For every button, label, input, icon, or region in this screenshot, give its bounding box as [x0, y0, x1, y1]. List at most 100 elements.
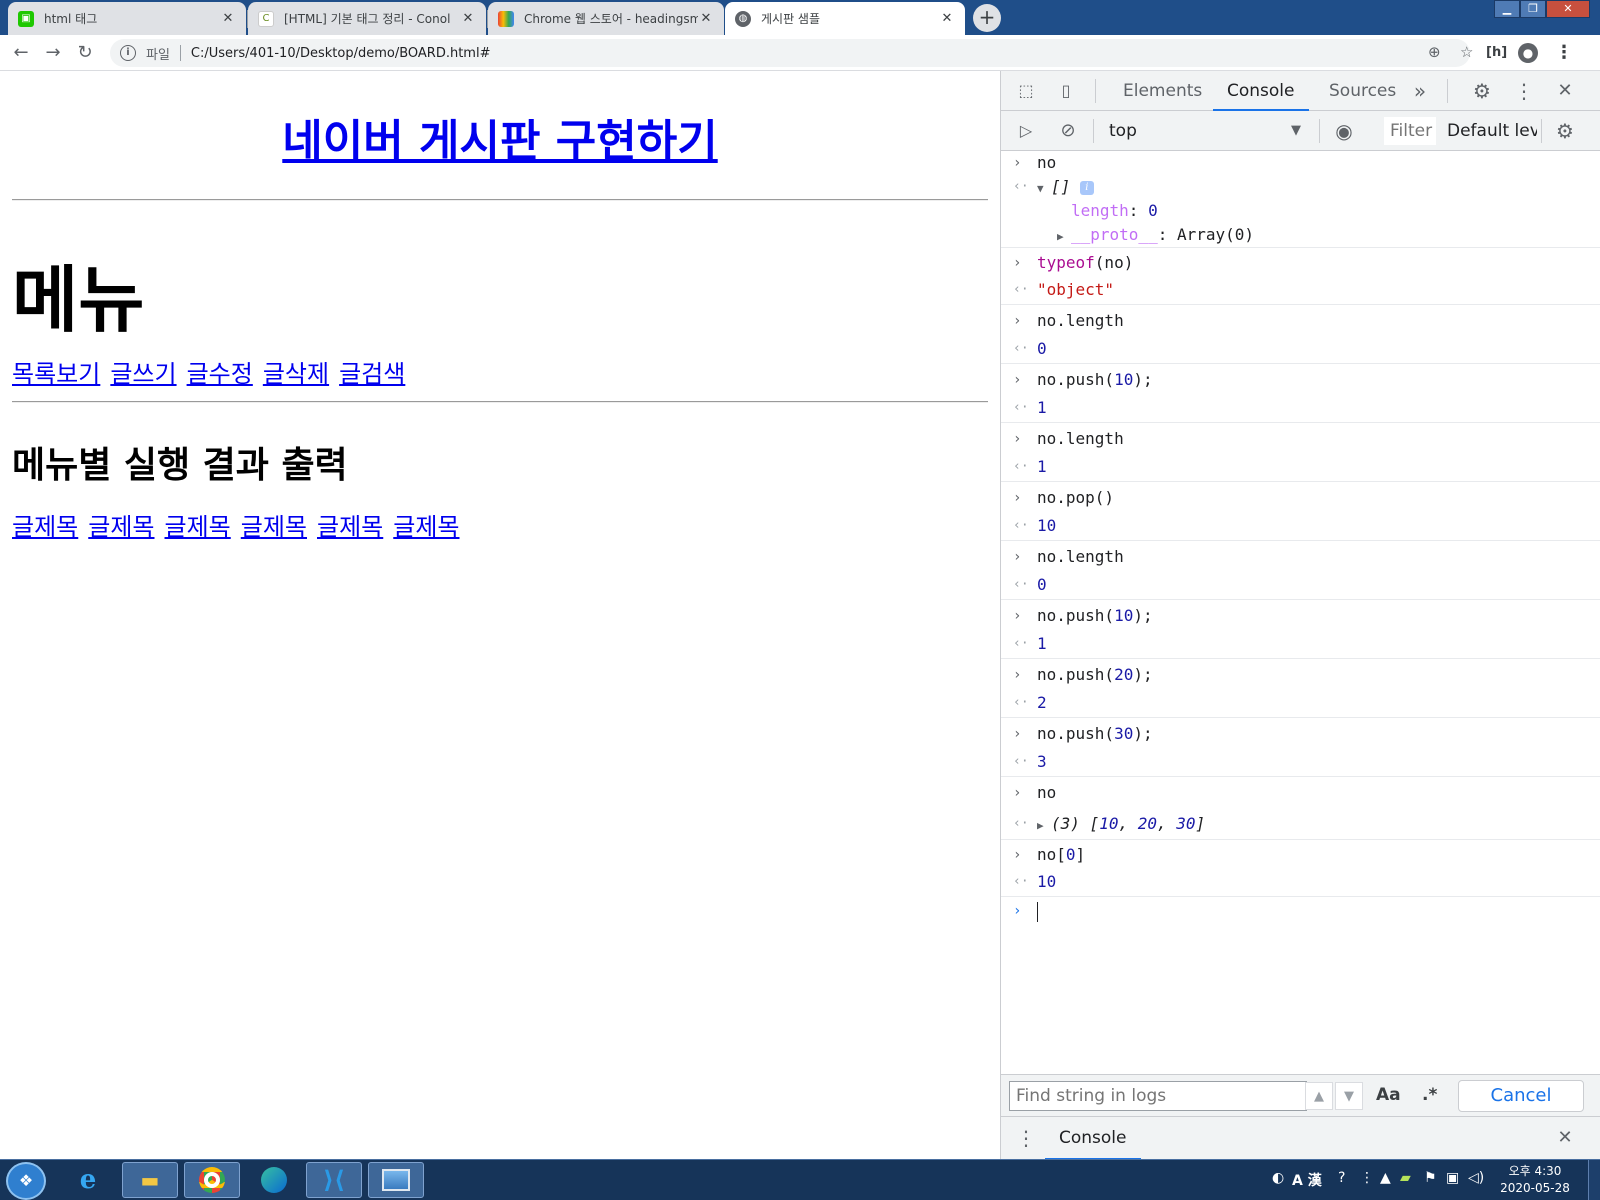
tab-close-icon[interactable]: ✕ [460, 11, 476, 26]
tab-close-icon[interactable]: ✕ [939, 11, 955, 26]
maximize-button[interactable]: ❐ [1520, 0, 1546, 18]
toolbar-separator [1095, 79, 1096, 103]
browser-menu-icon[interactable]: ⋮ [1554, 43, 1574, 63]
console-output: 10 [1037, 516, 1057, 535]
post-title-link[interactable]: 글제목 [241, 513, 307, 541]
minimize-button[interactable]: ▁ [1494, 0, 1520, 18]
expand-triangle-icon[interactable]: ▶ [1037, 811, 1051, 841]
network-icon[interactable]: ▣ [1446, 1170, 1459, 1186]
console-entry: › no.push(10); ‹· 1 [1001, 600, 1600, 659]
extension-icon[interactable]: [h] [1486, 43, 1507, 63]
search-previous-icon[interactable]: ▲ [1305, 1082, 1333, 1110]
menu-link-list[interactable]: 목록보기 [12, 360, 100, 388]
find-in-logs-input[interactable] [1009, 1081, 1307, 1111]
clear-console-icon[interactable]: ⊘ [1057, 120, 1079, 142]
tab-sources[interactable]: Sources [1315, 71, 1410, 111]
menu-link-write[interactable]: 글쓰기 [110, 360, 176, 388]
screen: ▣ html 태그 ✕ C [HTML] 기본 태그 정리 - Conol ✕ … [0, 0, 1600, 1200]
tab-board-sample[interactable]: ◍ 게시판 샘플 ✕ [725, 2, 965, 35]
console-input: ] [1075, 845, 1086, 864]
ime-help-icon[interactable]: ? [1338, 1170, 1345, 1186]
tab-elements[interactable]: Elements [1109, 71, 1216, 111]
file-explorer-icon[interactable]: ▬ [122, 1162, 178, 1198]
menu-link-delete[interactable]: 글삭제 [263, 360, 329, 388]
cancel-search-button[interactable]: Cancel [1458, 1080, 1584, 1112]
console-entry: › typeof(no) ‹· "object" [1001, 248, 1600, 305]
post-title-link[interactable]: 글제목 [165, 513, 231, 541]
new-tab-button[interactable]: + [973, 4, 1001, 32]
system-clock[interactable]: 오후 4:30 2020-05-28 [1490, 1163, 1580, 1197]
console-input: ); [1133, 370, 1153, 389]
console-prompt[interactable]: › [1001, 897, 1600, 925]
tab-close-icon[interactable]: ✕ [698, 11, 714, 26]
language-bar-icon[interactable]: ◐ [1272, 1170, 1284, 1186]
console-entry: › no.pop() ‹· 10 [1001, 482, 1600, 541]
console-output: 0 [1037, 575, 1047, 594]
address-bar[interactable]: i 파일 C:/Users/401-10/Desktop/demo/BOARD.… [110, 39, 1473, 67]
collapse-triangle-icon[interactable]: ▶ [1057, 225, 1071, 249]
settings-gear-icon[interactable]: ⚙ [1471, 80, 1493, 102]
console-input: no.pop() [1037, 488, 1115, 507]
array-value: 20 [1137, 814, 1157, 833]
show-desktop-button[interactable] [1588, 1160, 1600, 1200]
ime-options-icon[interactable]: ⋮ [1360, 1170, 1374, 1186]
log-levels-dropdown[interactable]: Default levels [1447, 117, 1537, 145]
drawer-tab-console[interactable]: Console [1045, 1117, 1141, 1160]
edge-icon[interactable] [246, 1162, 302, 1198]
live-expression-eye-icon[interactable]: ◉ [1333, 120, 1355, 142]
menu-heading: 메뉴 [12, 258, 145, 342]
array-value: 10 [1099, 814, 1119, 833]
post-title-link[interactable]: 글제목 [393, 513, 459, 541]
bookmark-star-icon[interactable]: ☆ [1460, 43, 1473, 61]
back-button[interactable]: ← [10, 42, 32, 64]
close-devtools-icon[interactable]: ✕ [1554, 80, 1576, 102]
post-title-link[interactable]: 글제목 [88, 513, 154, 541]
reload-button[interactable]: ↻ [74, 42, 96, 64]
device-toolbar-icon[interactable]: ▯ [1055, 80, 1077, 102]
inspect-element-icon[interactable]: ⬚ [1015, 80, 1037, 102]
regex-button[interactable]: .* [1422, 1085, 1437, 1105]
tab-console[interactable]: Console [1213, 71, 1309, 111]
result-links: 글제목 글제목 글제목 글제목 글제목 글제목 [12, 507, 470, 542]
post-title-link[interactable]: 글제목 [317, 513, 383, 541]
profile-avatar-icon[interactable]: ● [1518, 43, 1538, 63]
drawer-menu-icon[interactable]: ⋮ [1015, 1127, 1037, 1149]
info-icon[interactable]: i [120, 45, 136, 61]
menu-link-search[interactable]: 글검색 [339, 360, 405, 388]
menu-link-edit[interactable]: 글수정 [187, 360, 253, 388]
context-selector[interactable]: top ▼ [1101, 117, 1311, 145]
expand-triangle-icon[interactable]: ▼ [1037, 177, 1051, 201]
internet-explorer-icon[interactable]: e [60, 1162, 116, 1198]
console-log[interactable]: › no ‹· ▼[] i length: 0 ▶ __proto__: Array(… [1001, 151, 1600, 1143]
volume-icon[interactable]: ◁) [1468, 1170, 1484, 1186]
tab-html-basic-tags[interactable]: C [HTML] 기본 태그 정리 - Conol ✕ [248, 2, 486, 35]
post-title-link[interactable]: 글제목 [12, 513, 78, 541]
console-settings-gear-icon[interactable]: ⚙ [1554, 120, 1576, 142]
show-sidebar-icon[interactable]: ▷ [1015, 120, 1037, 142]
info-badge-icon[interactable]: i [1079, 180, 1094, 195]
tray-app-icon[interactable]: ▰ [1400, 1170, 1411, 1186]
chrome-icon[interactable] [184, 1162, 240, 1198]
image-viewer-icon[interactable] [368, 1162, 424, 1198]
naver-favicon: ▣ [18, 10, 34, 27]
page-title-link[interactable]: 네이버 게시판 구현하기 [0, 105, 1000, 169]
zoom-icon[interactable]: ⊕ [1428, 43, 1441, 61]
close-drawer-icon[interactable]: ✕ [1554, 1127, 1576, 1149]
window-close-button[interactable]: ✕ [1546, 0, 1590, 18]
more-tabs-icon[interactable]: » [1409, 80, 1431, 102]
show-hidden-icons-icon[interactable]: ▲ [1380, 1170, 1391, 1186]
tab-close-icon[interactable]: ✕ [220, 11, 236, 26]
search-next-icon[interactable]: ▼ [1335, 1082, 1363, 1110]
more-options-icon[interactable]: ⋮ [1513, 80, 1535, 102]
tab-html-tag[interactable]: ▣ html 태그 ✕ [8, 2, 246, 35]
start-button-windows-icon[interactable]: ❖ [6, 1162, 46, 1200]
forward-button[interactable]: → [42, 42, 64, 64]
vscode-icon[interactable]: ⟩⟨ [306, 1162, 362, 1198]
url-text[interactable]: C:/Users/401-10/Desktop/demo/BOARD.html# [191, 46, 491, 61]
tab-chrome-webstore[interactable]: Chrome 웹 스토어 - headingsm ✕ [488, 2, 724, 35]
action-center-flag-icon[interactable]: ⚑ [1424, 1170, 1437, 1186]
console-filter-input[interactable] [1384, 117, 1436, 145]
match-case-button[interactable]: Aa [1376, 1085, 1401, 1105]
ime-mode-indicator[interactable]: A 漢 [1292, 1170, 1322, 1190]
toolbar-separator [1541, 119, 1542, 143]
